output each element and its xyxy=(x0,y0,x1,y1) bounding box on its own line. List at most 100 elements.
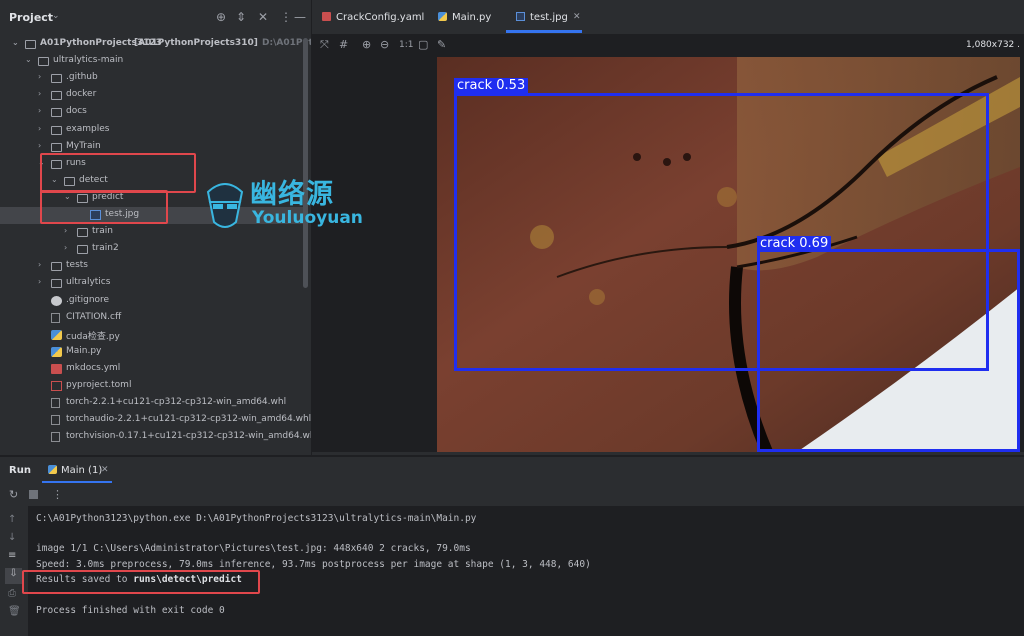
file-file-icon xyxy=(51,398,60,409)
chevron-right-icon[interactable]: › xyxy=(38,124,46,133)
run-tab-indicator xyxy=(42,481,112,483)
expand-collapse-icon[interactable]: ⇕ xyxy=(236,10,246,24)
console-line: Speed: 3.0ms preprocess, 79.0ms inferenc… xyxy=(36,559,591,570)
tree-item-examples[interactable]: › examples xyxy=(0,122,305,139)
trash-icon[interactable]: 🗑 xyxy=(8,606,21,617)
chevron-down-icon[interactable]: ⌄ xyxy=(52,11,60,21)
tree-item-ultralytics[interactable]: › ultralytics xyxy=(0,275,305,292)
chevron-right-icon[interactable]: › xyxy=(64,226,72,235)
editor-divider xyxy=(312,452,1024,455)
actual-size-icon[interactable]: 1:1 xyxy=(399,40,413,50)
tree-item-train2[interactable]: › train2 xyxy=(0,241,305,258)
chevron-down-icon[interactable]: ⌄ xyxy=(25,55,33,64)
fit-icon[interactable]: ⤧ xyxy=(320,38,329,52)
run-title[interactable]: Run xyxy=(9,465,31,476)
color-picker-icon[interactable]: ✎ xyxy=(437,38,446,51)
chevron-right-icon[interactable]: › xyxy=(38,260,46,269)
scroll-to-end-icon[interactable]: ⇩ xyxy=(5,568,22,584)
folder-icon xyxy=(38,57,49,67)
close-run-tab-icon[interactable]: ✕ xyxy=(101,465,109,475)
folder-icon xyxy=(51,108,62,118)
run-tab-main[interactable]: Main (1) xyxy=(61,465,102,476)
up-arrow-icon[interactable]: ↑ xyxy=(8,514,16,525)
zoom-in-icon[interactable]: ⊕ xyxy=(362,38,371,51)
detection-image: crack 0.53 crack 0.69 xyxy=(437,57,1020,452)
more-icon[interactable]: ⋮ xyxy=(52,488,63,501)
folder-icon xyxy=(25,40,36,49)
folder-icon xyxy=(51,74,62,84)
close-tab-icon[interactable]: ✕ xyxy=(573,12,581,22)
tree-item-label: mkdocs.yml xyxy=(66,362,121,373)
run-header: Run Main (1) ✕ xyxy=(0,456,1024,484)
down-arrow-icon[interactable]: ↓ xyxy=(8,532,16,543)
tree-item-label: torchaudio-2.2.1+cu121-cp312-cp312-win_a… xyxy=(66,414,312,425)
tree-item-label: .gitignore xyxy=(66,294,110,305)
grid-icon[interactable]: # xyxy=(339,38,348,51)
chevron-right-icon[interactable]: › xyxy=(38,106,46,115)
highlight-box-results xyxy=(22,570,260,594)
tree-item-citation-cff[interactable]: CITATION.cff xyxy=(0,310,305,327)
tab-main-py[interactable]: Main.py xyxy=(436,0,506,34)
yml-file-icon xyxy=(51,363,62,374)
close-icon[interactable]: ✕ xyxy=(258,10,268,24)
soft-wrap-icon[interactable]: ≡ xyxy=(8,550,16,561)
stop-icon[interactable] xyxy=(29,490,38,499)
python-file-icon xyxy=(438,12,447,21)
tab-test-jpg[interactable]: test.jpg ✕ xyxy=(514,0,590,34)
git-file-icon xyxy=(51,295,62,306)
minimize-icon[interactable]: — xyxy=(294,10,306,24)
tree-item--gitignore[interactable]: .gitignore xyxy=(0,293,305,310)
tree-item-cuda-py[interactable]: cuda检查.py xyxy=(0,327,305,344)
chevron-right-icon[interactable]: › xyxy=(38,141,46,150)
tree-item-a01pythonprojects3123[interactable]: ⌄ A01PythonProjects3123 [A01PythonProjects… xyxy=(0,36,311,53)
python-file-icon xyxy=(51,329,62,340)
image-dimensions: 1,080x732 . xyxy=(966,40,1020,50)
tree-item-ultralytics-main[interactable]: ⌄ ultralytics-main xyxy=(0,53,305,70)
chevron-down-icon[interactable]: ⌄ xyxy=(12,38,20,47)
bbox-label-1: crack 0.53 xyxy=(454,78,529,94)
module-name: [A01PythonProjects310] xyxy=(134,38,258,48)
folder-icon xyxy=(77,245,88,255)
bbox-crack-2: crack 0.69 xyxy=(757,236,1020,452)
console-line: image 1/1 C:\Users\Administrator\Picture… xyxy=(36,543,471,554)
print-icon[interactable]: ⎙ xyxy=(8,588,16,599)
tab-crackconfig[interactable]: CrackConfig.yaml xyxy=(320,0,440,34)
tree-item-main-py[interactable]: Main.py xyxy=(0,344,305,361)
yaml-file-icon xyxy=(322,12,331,21)
folder-icon xyxy=(51,91,62,101)
file-file-icon xyxy=(51,415,60,426)
highlight-box-runs xyxy=(40,153,196,193)
run-console[interactable]: C:\A01Python3123\python.exe D:\A01Python… xyxy=(22,506,1024,636)
tree-item-label: docker xyxy=(66,89,97,100)
zoom-out-icon[interactable]: ⊖ xyxy=(380,38,389,51)
chevron-right-icon[interactable]: › xyxy=(38,72,46,81)
tree-item-torchaudio-2-2-1-cu121-cp312-cp312-win-amd64-whl[interactable]: torchaudio-2.2.1+cu121-cp312-cp312-win_a… xyxy=(0,412,311,429)
watermark: 幽络源 Youluoyuan xyxy=(200,172,380,236)
tree-item-label: Main.py xyxy=(66,345,102,356)
project-title[interactable]: Project xyxy=(9,11,53,24)
project-scrollbar[interactable] xyxy=(303,38,308,288)
more-icon[interactable]: ⋮ xyxy=(280,10,292,24)
tree-item-torchvision-0-17-1-cu121-cp312-cp312-win-amd64-whl[interactable]: torchvision-0.17.1+cu121-cp312-cp312-win… xyxy=(0,429,311,446)
console-line: Process finished with exit code 0 xyxy=(36,605,225,616)
image-file-icon xyxy=(516,12,525,21)
tree-item-mkdocs-yml[interactable]: mkdocs.yml xyxy=(0,361,305,378)
tree-item-label: CITATION.cff xyxy=(66,311,122,322)
tree-item-docker[interactable]: › docker xyxy=(0,87,305,104)
crosshair-icon[interactable]: ⊕ xyxy=(216,10,226,24)
tree-item-label: tests xyxy=(66,260,88,271)
tree-item-docs[interactable]: › docs xyxy=(0,104,305,121)
tab-label: Main.py xyxy=(452,12,492,23)
rerun-icon[interactable]: ↻ xyxy=(9,488,18,501)
tree-item-tests[interactable]: › tests xyxy=(0,258,305,275)
chevron-right-icon[interactable]: › xyxy=(38,89,46,98)
image-toolbar: ⤧ # ⊕ ⊖ 1:1 ▢ ✎ 1,080x732 . xyxy=(312,34,1024,56)
chevron-right-icon[interactable]: › xyxy=(38,277,46,286)
tree-item-label: docs xyxy=(66,106,87,117)
chevron-right-icon[interactable]: › xyxy=(64,243,72,252)
folder-icon xyxy=(51,125,62,135)
tree-item--github[interactable]: › .github xyxy=(0,70,305,87)
background-icon[interactable]: ▢ xyxy=(418,38,428,51)
tree-item-torch-2-2-1-cu121-cp312-cp312-win-amd64-whl[interactable]: torch-2.2.1+cu121-cp312-cp312-win_amd64.… xyxy=(0,395,305,412)
tree-item-pyproject-toml[interactable]: pyproject.toml xyxy=(0,378,305,395)
